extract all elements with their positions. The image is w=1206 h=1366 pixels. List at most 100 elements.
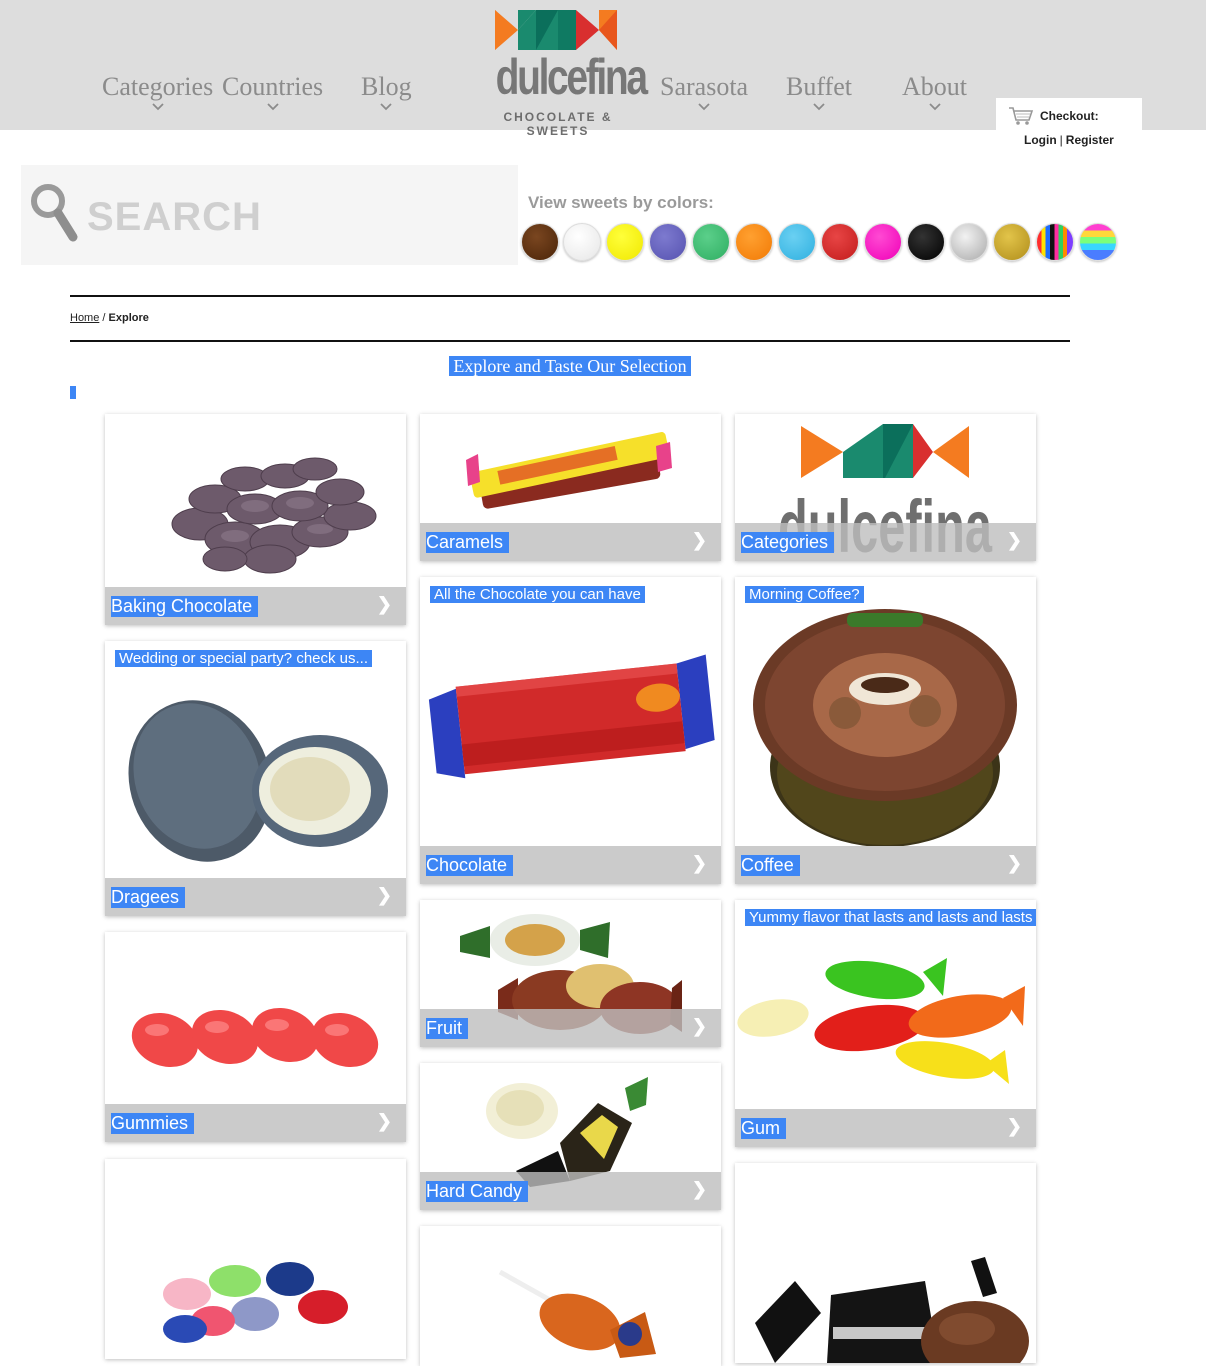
shopping-cart-icon	[1009, 107, 1034, 125]
card-label-bar: Gum ❯	[735, 1109, 1036, 1147]
breadcrumb-current: Explore	[108, 312, 149, 324]
breadcrumb-separator: /	[99, 312, 109, 324]
selection-marker	[70, 386, 76, 399]
color-swatch-brown[interactable]	[521, 223, 559, 261]
color-swatch-silver[interactable]	[950, 223, 988, 261]
nav-sarasota[interactable]: Sarasota	[660, 72, 748, 114]
category-card-gum[interactable]: Yummy flavor that lasts and lasts and la…	[735, 900, 1036, 1147]
chevron-right-icon: ❯	[691, 1016, 707, 1036]
taami-bar-image	[428, 654, 715, 779]
login-link[interactable]: Login	[1024, 133, 1057, 147]
nav-buffet[interactable]: Buffet	[786, 72, 852, 114]
card-label: Categories	[741, 532, 835, 553]
nav-categories[interactable]: Categories	[102, 72, 213, 114]
checkout-label: Checkout:	[1040, 109, 1099, 123]
register-link[interactable]: Register	[1066, 133, 1114, 147]
color-swatch-green[interactable]	[692, 223, 730, 261]
category-card-categories[interactable]: dulcefina Categories ❯	[735, 414, 1036, 561]
category-card-coffee[interactable]: Morning Coffee? Coffee ❯	[735, 577, 1036, 884]
search-icon	[31, 184, 78, 242]
breadcrumb-home-link[interactable]: Home	[70, 312, 99, 324]
site-logo[interactable]: dulcefina CHOCOLATE & SWEETS	[478, 8, 648, 138]
search-input[interactable]: SEARCH	[21, 165, 518, 265]
chevron-right-icon: ❯	[691, 853, 707, 873]
separator: |	[1059, 133, 1063, 147]
card-label: Caramels	[426, 532, 510, 553]
nav-label: Buffet	[786, 72, 852, 101]
nav-label: Sarasota	[660, 72, 749, 101]
chevron-right-icon: ❯	[1006, 853, 1022, 873]
card-label-bar: Categories ❯	[735, 523, 1036, 561]
chevron-down-icon	[151, 103, 164, 111]
color-swatch-white[interactable]	[563, 223, 601, 261]
card-label-bar: Baking Chocolate ❯	[105, 587, 406, 625]
color-swatch-orange[interactable]	[735, 223, 773, 261]
chevron-right-icon: ❯	[376, 594, 392, 614]
color-swatch-gold[interactable]	[993, 223, 1031, 261]
card-label-bar: Hard Candy ❯	[420, 1172, 721, 1210]
card-label: Dragees	[111, 887, 186, 908]
category-card-gummies[interactable]: Gummies ❯	[105, 932, 406, 1142]
card-label-bar: Fruit ❯	[420, 1009, 721, 1047]
nav-about[interactable]: About	[902, 72, 967, 114]
chevron-down-icon	[380, 103, 392, 111]
card-label: Hard Candy	[426, 1181, 529, 1202]
nav-countries[interactable]: Countries	[222, 72, 323, 114]
chevron-right-icon: ❯	[1006, 1116, 1022, 1136]
color-swatch-purple[interactable]	[649, 223, 687, 261]
color-swatch-rainbow[interactable]	[1079, 223, 1117, 261]
card-label: Gummies	[111, 1113, 195, 1134]
chevron-down-icon	[266, 103, 279, 111]
color-swatch-red[interactable]	[821, 223, 859, 261]
nav-label: Countries	[222, 72, 324, 101]
category-card-fruit[interactable]: Fruit ❯	[420, 900, 721, 1047]
chocolate-wafers-image	[171, 457, 377, 574]
chevron-right-icon: ❯	[1006, 530, 1022, 550]
color-swatch-pink[interactable]	[864, 223, 902, 261]
nav-label: About	[902, 72, 967, 101]
chevron-down-icon	[698, 103, 710, 111]
category-card-jelly-beans[interactable]	[105, 1159, 406, 1359]
chevron-down-icon	[813, 103, 825, 111]
category-card-baking-chocolate[interactable]: Baking Chocolate ❯	[105, 414, 406, 625]
card-label: Fruit	[426, 1018, 468, 1039]
chevron-down-icon	[928, 103, 941, 111]
licorice-candies-image	[755, 1257, 1029, 1363]
color-swatch-black[interactable]	[907, 223, 945, 261]
card-label: Baking Chocolate	[111, 596, 259, 617]
category-card-chocolate[interactable]: All the Chocolate you can have Chocolate…	[420, 577, 721, 884]
category-card-dragees[interactable]: Wedding or special party? check us... Dr…	[105, 641, 406, 916]
card-label: Gum	[741, 1118, 787, 1139]
category-card-hard-candy[interactable]: Hard Candy ❯	[420, 1063, 721, 1210]
logo-tagline: CHOCOLATE & SWEETS	[503, 110, 613, 138]
color-swatch-light-blue[interactable]	[778, 223, 816, 261]
caramel-bars-image	[466, 432, 672, 509]
nav-blog[interactable]: Blog	[361, 72, 412, 114]
page-title: Explore and Taste Our Selection	[0, 356, 1140, 377]
search-placeholder: SEARCH	[87, 195, 262, 239]
category-card-licorice[interactable]	[735, 1163, 1036, 1363]
category-card-lollipop[interactable]	[420, 1226, 721, 1366]
color-swatch-striped[interactable]	[1036, 223, 1074, 261]
chevron-right-icon: ❯	[376, 885, 392, 905]
card-label-bar: Chocolate ❯	[420, 846, 721, 884]
colors-label: View sweets by colors:	[528, 193, 714, 212]
login-register: Login | Register	[1024, 133, 1114, 147]
category-card-caramels[interactable]: Caramels ❯	[420, 414, 721, 561]
chevron-right-icon: ❯	[376, 1111, 392, 1131]
color-swatch-yellow[interactable]	[606, 223, 644, 261]
card-tagline: Yummy flavor that lasts and lasts and la…	[745, 909, 1036, 926]
card-label: Chocolate	[426, 855, 514, 876]
card-tagline: Wedding or special party? check us...	[115, 650, 373, 667]
divider	[70, 295, 1070, 297]
chevron-right-icon: ❯	[691, 530, 707, 550]
card-label-bar: Coffee ❯	[735, 846, 1036, 884]
checkout-link[interactable]: Checkout:	[1008, 106, 1099, 126]
red-gummies-image	[131, 1007, 379, 1068]
card-tagline: Morning Coffee?	[745, 586, 864, 603]
divider	[70, 340, 1070, 342]
dragees-image	[128, 700, 388, 862]
jelly-beans-image	[163, 1262, 348, 1343]
lollipop-image	[498, 1269, 656, 1358]
nav-label: Categories	[102, 72, 214, 101]
